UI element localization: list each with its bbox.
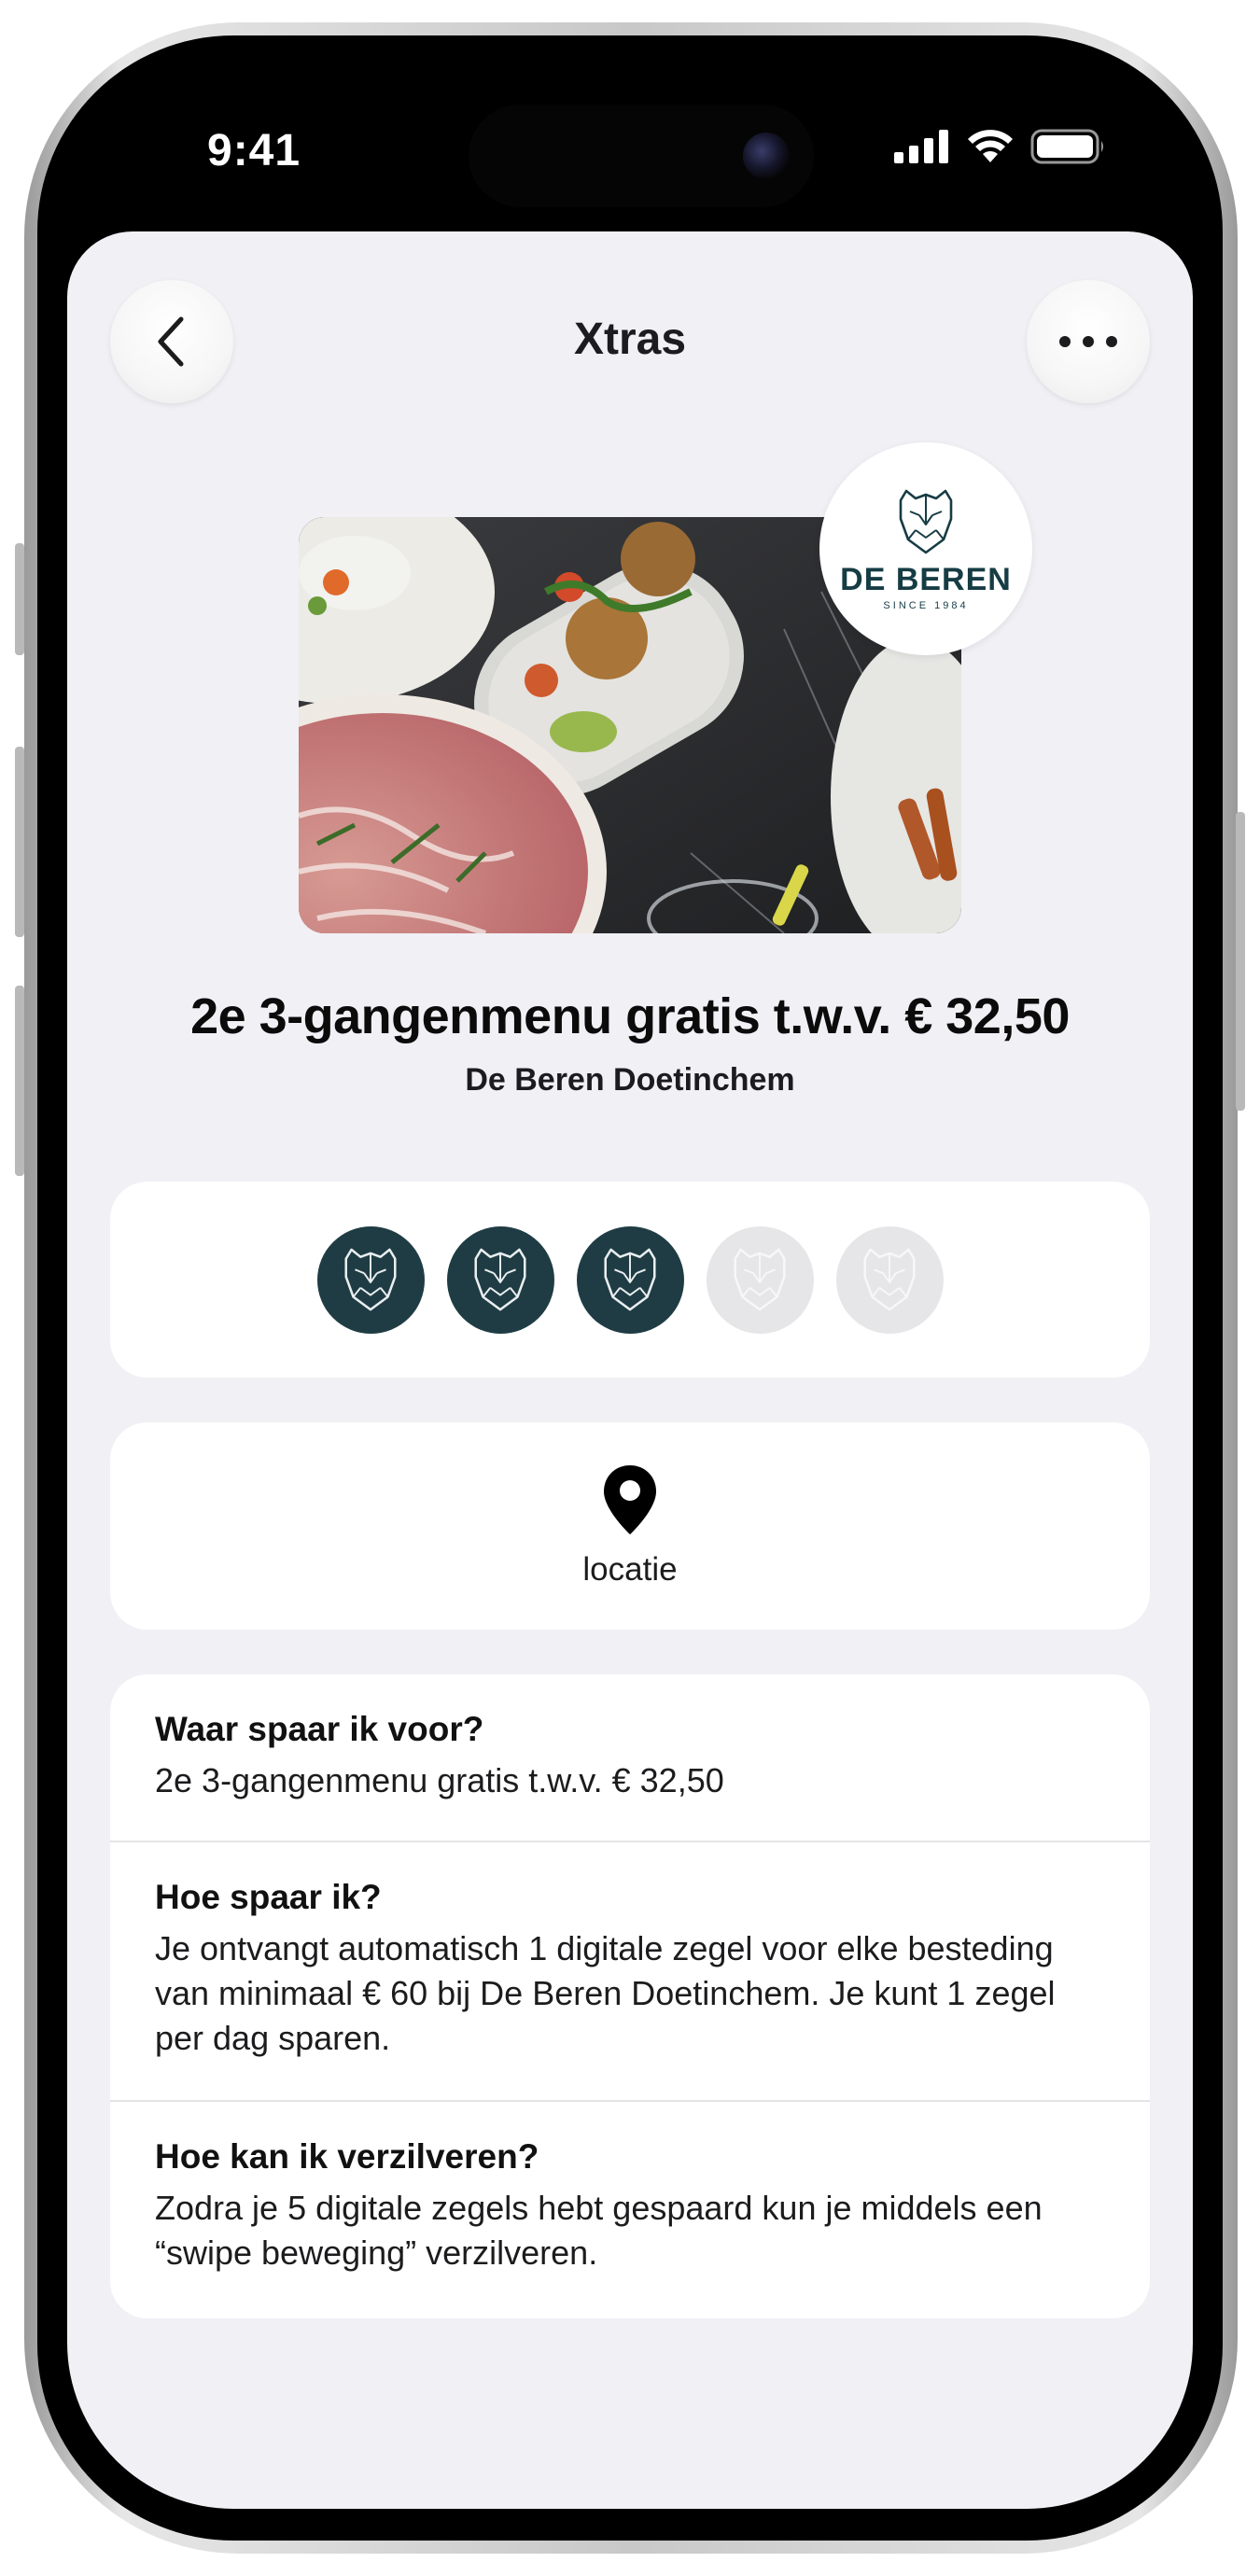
brand-logo: DE BEREN SINCE 1984 xyxy=(819,442,1032,655)
info-body: Zodra je 5 digitale zegels hebt gespaard… xyxy=(155,2189,1043,2272)
stamp-collected xyxy=(576,1225,684,1334)
offer-title: 2e 3-gangenmenu gratis t.w.v. € 32,50 xyxy=(190,988,1070,1044)
info-body: 2e 3-gangenmenu gratis t.w.v. € 32,50 xyxy=(155,1761,724,1799)
power-button xyxy=(1236,812,1245,1111)
info-heading: Hoe kan ik verzilveren? xyxy=(155,2137,539,2176)
stamp-card xyxy=(110,1182,1150,1378)
location-label: locatie xyxy=(582,1551,678,1588)
bear-head-icon xyxy=(344,1248,397,1311)
info-body: Je ontvangt automatisch 1 digitale zegel… xyxy=(155,1929,1056,2057)
stamp-collected xyxy=(446,1225,554,1334)
volume-up-button xyxy=(15,747,24,937)
front-camera xyxy=(743,133,790,179)
stamp-empty xyxy=(706,1225,814,1334)
status-icons xyxy=(894,129,1107,164)
screen: 9:41 Xtras DE BEREN SINCE 1984 2e 3-gang… xyxy=(67,67,1193,2509)
bear-head-icon xyxy=(734,1248,786,1311)
status-bar: 9:41 xyxy=(67,67,1193,231)
map-pin-icon xyxy=(604,1465,656,1534)
cellular-signal-icon xyxy=(894,130,948,163)
info-heading: Hoe spaar ik? xyxy=(155,1878,382,1916)
info-section-how-to-save: Hoe spaar ik? Je ontvangt automatisch 1 … xyxy=(110,1842,1150,2102)
location-button[interactable]: locatie xyxy=(110,1422,1150,1630)
volume-down-button xyxy=(15,986,24,1176)
wifi-icon xyxy=(968,130,1013,162)
bear-head-icon xyxy=(474,1248,526,1311)
info-card: Waar spaar ik voor? 2e 3-gangenmenu grat… xyxy=(110,1674,1150,2318)
brand-name: DE BEREN xyxy=(840,561,1012,597)
info-section-saving-goal: Waar spaar ik voor? 2e 3-gangenmenu grat… xyxy=(110,1674,1150,1842)
more-options-button[interactable] xyxy=(1027,280,1150,403)
dynamic-island xyxy=(469,105,814,207)
restaurant-name: De Beren Doetinchem xyxy=(465,1062,795,1098)
brand-since: SINCE 1984 xyxy=(883,599,969,611)
info-heading: Waar spaar ik voor? xyxy=(155,1710,484,1748)
battery-icon xyxy=(1030,129,1103,164)
bear-head-icon xyxy=(899,489,953,553)
stamp-collected xyxy=(316,1225,425,1334)
stamp-empty xyxy=(835,1225,944,1334)
ellipsis-icon xyxy=(1059,336,1117,347)
status-time: 9:41 xyxy=(207,126,301,175)
bear-head-icon xyxy=(863,1248,916,1311)
info-section-redeem: Hoe kan ik verzilveren? Zodra je 5 digit… xyxy=(110,2102,1150,2318)
app-content: Xtras DE BEREN SINCE 1984 2e 3-gangenmen… xyxy=(67,231,1193,2509)
page-title: Xtras xyxy=(573,315,687,364)
bear-head-icon xyxy=(604,1248,656,1311)
action-button xyxy=(15,543,24,655)
